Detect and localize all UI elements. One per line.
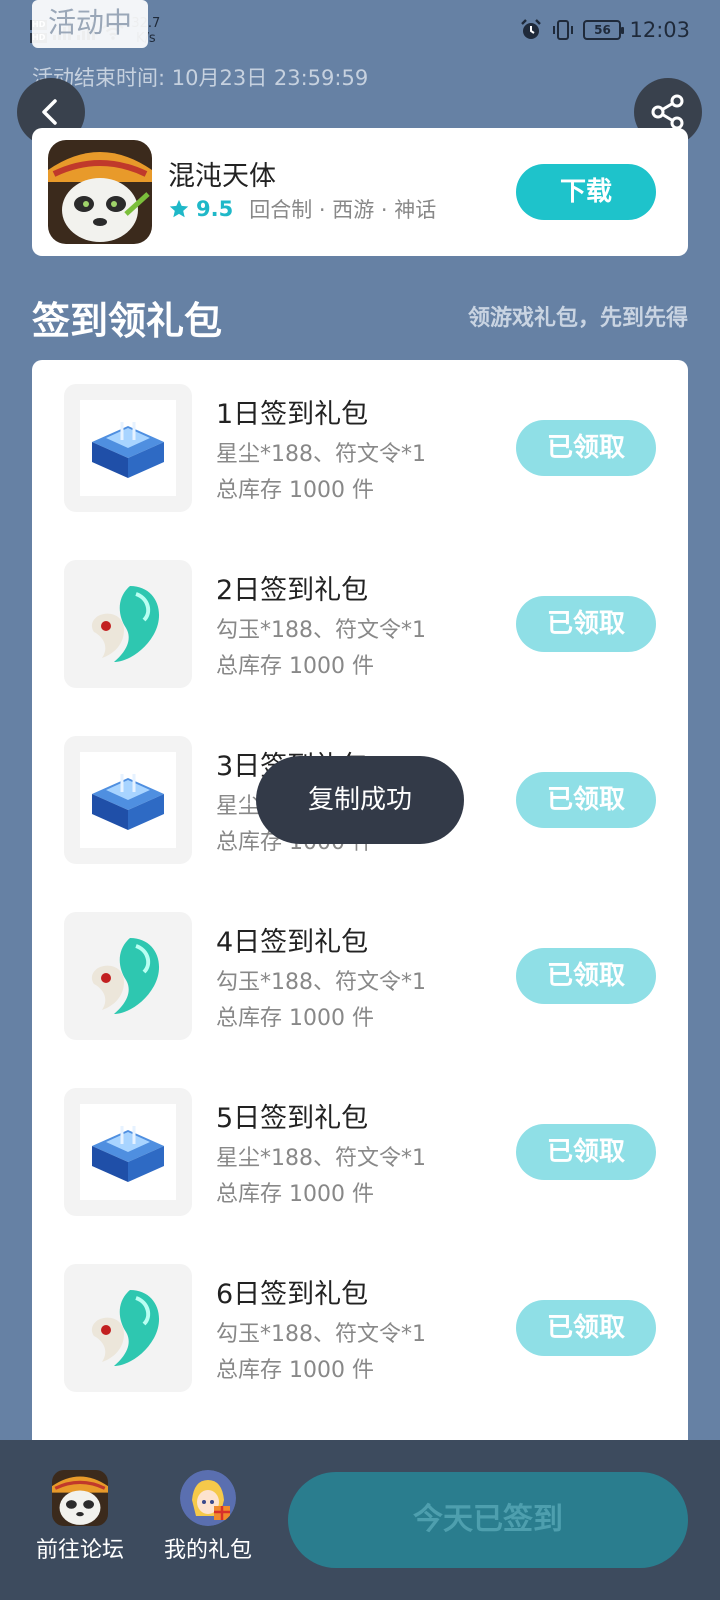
gift-thumbnail — [64, 912, 192, 1040]
section-subtitle: 领游戏礼包，先到先得 — [467, 306, 688, 331]
game-icon — [48, 140, 152, 244]
share-icon — [651, 94, 684, 130]
gift-title: 5日签到礼包 — [216, 1103, 369, 1134]
vibrate-icon — [553, 20, 574, 40]
claimed-button[interactable]: 已领取 — [516, 948, 656, 1004]
my-gifts-button[interactable]: 我的礼包 — [153, 1470, 263, 1564]
activity-status-chip: 活动中 — [32, 0, 148, 48]
gift-row[interactable]: 5日签到礼包 星尘*188、符文令*1 总库存 1000 件 已领取 — [32, 1064, 688, 1240]
gift-thumbnail — [64, 384, 192, 512]
game-name: 混沌天体 — [168, 161, 276, 192]
bottom-bar: 前往论坛 我的礼包 今天已签到 — [0, 1440, 720, 1600]
blue-chest-icon — [92, 1126, 164, 1182]
claimed-button[interactable]: 已领取 — [516, 596, 656, 652]
battery-icon: 56 — [583, 20, 625, 40]
gift-row[interactable]: 1日签到礼包 星尘*188、符文令*1 总库存 1000 件 已领取 — [32, 360, 688, 536]
jade-magatama-icon — [91, 938, 160, 1014]
game-tags: 回合制 · 西游 · 神话 — [249, 198, 437, 222]
gift-thumbnail — [64, 1088, 192, 1216]
game-rating: 9.5 — [196, 197, 234, 221]
blue-chest-icon — [92, 774, 164, 830]
my-gifts-label: 我的礼包 — [163, 1538, 252, 1563]
alarm-icon — [521, 19, 542, 39]
gift-title: 4日签到礼包 — [216, 927, 369, 958]
panda-warrior-icon — [52, 1470, 108, 1526]
toast-message: 复制成功 — [256, 756, 464, 844]
blue-chest-icon — [92, 422, 164, 478]
gift-list: 1日签到礼包 星尘*188、符文令*1 总库存 1000 件 已领取 2日签到礼… — [32, 360, 688, 1440]
gift-items: 星尘*188、符文令*1 — [216, 1146, 426, 1171]
forum-button[interactable]: 前往论坛 — [25, 1470, 135, 1564]
gift-items: 勾玉*188、符文令*1 — [216, 1322, 426, 1347]
claimed-button[interactable]: 已领取 — [516, 420, 656, 476]
signed-today-button[interactable]: 今天已签到 — [288, 1472, 688, 1568]
forum-label: 前往论坛 — [35, 1538, 124, 1563]
gift-row[interactable]: 6日签到礼包 勾玉*188、符文令*1 总库存 1000 件 已领取 — [32, 1240, 688, 1416]
game-card[interactable]: 混沌天体 9.5 回合制 · 西游 · 神话 下载 — [32, 128, 688, 256]
gift-title: 1日签到礼包 — [216, 399, 369, 430]
gift-items: 星尘*188、符文令*1 — [216, 442, 426, 467]
character-gift-icon — [180, 1470, 236, 1526]
gift-stock: 总库存 1000 件 — [216, 654, 374, 679]
gift-thumbnail — [64, 560, 192, 688]
gift-row[interactable]: 4日签到礼包 勾玉*188、符文令*1 总库存 1000 件 已领取 — [32, 888, 688, 1064]
status-right: 56 12:03 — [519, 18, 690, 42]
jade-magatama-icon — [91, 586, 160, 662]
forum-icon — [52, 1470, 108, 1526]
star-icon — [169, 199, 189, 218]
claimed-button[interactable]: 已领取 — [516, 1124, 656, 1180]
status-bar: HD HD 32.7 K/s 活动中 56 12 — [0, 0, 720, 60]
gift-stock: 总库存 1000 件 — [216, 1006, 374, 1031]
claimed-button[interactable]: 已领取 — [516, 772, 656, 828]
clock: 12:03 — [629, 18, 690, 42]
gift-title: 6日签到礼包 — [216, 1279, 369, 1310]
panda-warrior-icon — [48, 140, 152, 244]
gift-thumbnail — [64, 736, 192, 864]
gift-row[interactable]: 2日签到礼包 勾玉*188、符文令*1 总库存 1000 件 已领取 — [32, 536, 688, 712]
gift-items: 勾玉*188、符文令*1 — [216, 618, 426, 643]
gift-items: 勾玉*188、符文令*1 — [216, 970, 426, 995]
jade-magatama-icon — [91, 1290, 160, 1366]
gift-stock: 总库存 1000 件 — [216, 1358, 374, 1383]
section-title: 签到领礼包 — [32, 299, 223, 343]
gift-stock: 总库存 1000 件 — [216, 1182, 374, 1207]
my-gifts-icon — [180, 1470, 236, 1526]
gift-thumbnail — [64, 1264, 192, 1392]
gift-title: 2日签到礼包 — [216, 575, 369, 606]
claimed-button[interactable]: 已领取 — [516, 1300, 656, 1356]
activity-end-time: 活动结束时间: 10月23日 23:59:59 — [32, 66, 369, 90]
gift-stock: 总库存 1000 件 — [216, 478, 374, 503]
download-button[interactable]: 下载 — [516, 164, 656, 220]
chevron-left-icon — [42, 99, 57, 125]
game-meta: 9.5 回合制 · 西游 · 神话 — [168, 194, 436, 224]
